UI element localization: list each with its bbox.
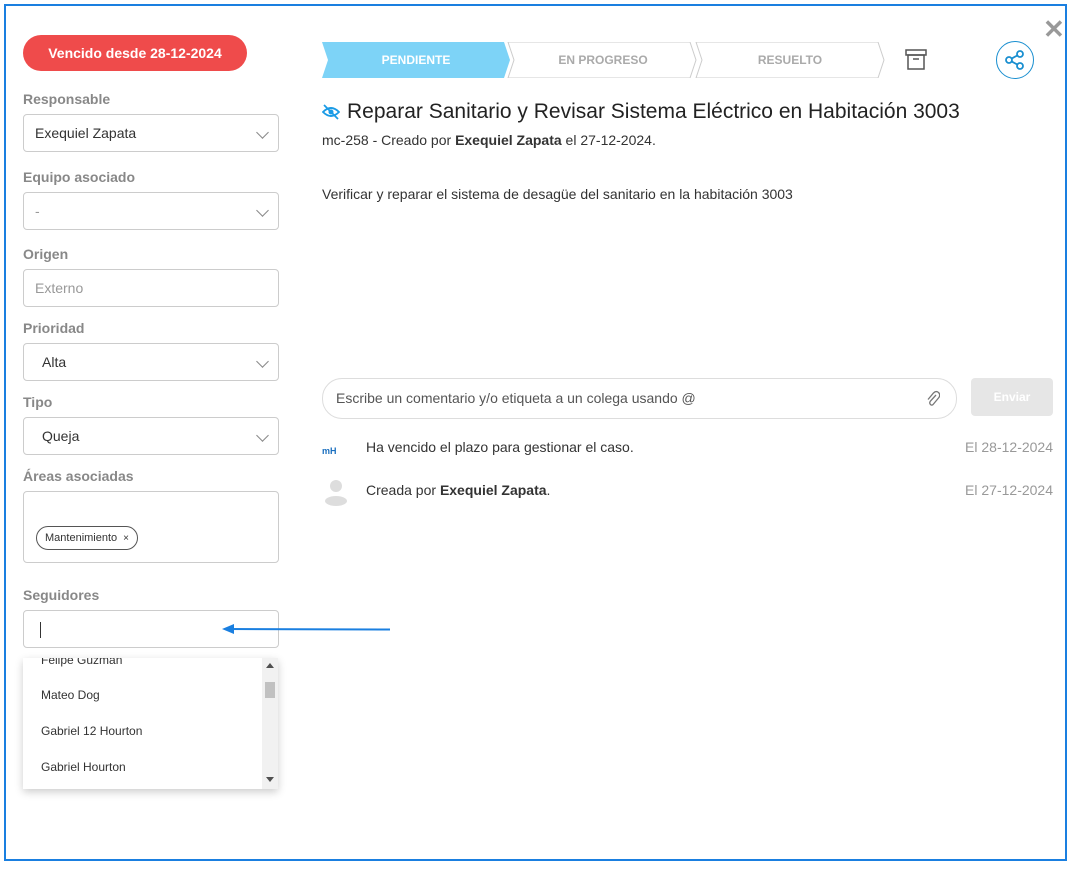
- chevron-down-icon: [256, 355, 269, 368]
- remove-chip-icon[interactable]: ×: [123, 533, 129, 544]
- equipo-select[interactable]: -: [23, 192, 279, 230]
- ticket-created-date: el 27-12-2024.: [565, 132, 656, 148]
- ticket-code: mc-258 - Creado por: [322, 132, 452, 148]
- status-stepper: PENDIENTE EN PROGRESO RESUELTO: [322, 42, 887, 78]
- responsable-select[interactable]: Exequiel Zapata: [23, 114, 279, 152]
- chevron-down-icon: [256, 126, 269, 139]
- activity-text: Ha vencido el plazo para gestionar el ca…: [366, 439, 634, 455]
- ticket-creator: Exequiel Zapata: [455, 132, 562, 148]
- area-chip-label: Mantenimiento: [45, 532, 118, 544]
- origen-field[interactable]: Externo: [23, 269, 279, 307]
- scrollbar-thumb[interactable]: [265, 682, 275, 698]
- share-icon: [1005, 50, 1024, 70]
- dropdown-option[interactable]: Mateo Dog: [41, 688, 100, 702]
- share-button[interactable]: [996, 41, 1034, 79]
- ticket-title: Reparar Sanitario y Revisar Sistema Eléc…: [347, 100, 960, 123]
- responsable-value: Exequiel Zapata: [35, 125, 137, 141]
- mh-logo-icon: mH: [322, 441, 337, 459]
- origen-value: Externo: [35, 280, 84, 296]
- seguidores-label: Seguidores: [23, 587, 100, 603]
- scroll-up-icon[interactable]: [266, 663, 274, 668]
- ticket-meta: mc-258 - Creado por Exequiel Zapata el 2…: [322, 132, 656, 148]
- annotation-arrow-icon: [222, 624, 391, 634]
- tipo-label: Tipo: [23, 394, 53, 410]
- dropdown-option[interactable]: Gabriel 12 Hourton: [41, 724, 142, 738]
- scroll-down-icon[interactable]: [266, 777, 274, 782]
- close-icon[interactable]: ✕: [1043, 16, 1065, 42]
- prioridad-select[interactable]: Alta: [23, 343, 279, 381]
- activity-text: Creada por Exequiel Zapata.: [366, 482, 550, 498]
- activity-suffix: .: [546, 482, 551, 498]
- step-pendiente[interactable]: PENDIENTE: [322, 42, 510, 78]
- responsable-label: Responsable: [23, 91, 111, 107]
- send-button[interactable]: Enviar: [971, 378, 1053, 416]
- step-en-progreso[interactable]: EN PROGRESO: [510, 42, 696, 78]
- user-icon: [325, 480, 347, 506]
- tipo-value: Queja: [42, 428, 80, 444]
- seguidores-dropdown: Felipe Guzmán Mateo Dog Gabriel 12 Hourt…: [23, 658, 278, 789]
- archive-icon[interactable]: [905, 49, 927, 71]
- area-chip[interactable]: Mantenimiento ×: [36, 526, 138, 550]
- overdue-badge: Vencido desde 28-12-2024: [23, 35, 247, 71]
- equipo-value: -: [35, 203, 40, 219]
- areas-label: Áreas asociadas: [23, 468, 134, 484]
- step-resuelto[interactable]: RESUELTO: [696, 42, 884, 78]
- paperclip-icon[interactable]: [926, 390, 940, 407]
- dropdown-option[interactable]: Felipe Guzmán: [41, 658, 122, 667]
- activity-prefix: Creada por: [366, 482, 437, 498]
- chevron-down-icon: [256, 429, 269, 442]
- comment-input[interactable]: Escribe un comentario y/o etiqueta a un …: [322, 378, 957, 419]
- eye-off-icon[interactable]: [322, 104, 340, 120]
- chevron-down-icon: [256, 204, 269, 217]
- dropdown-option[interactable]: Gabriel Hourton: [41, 760, 126, 774]
- activity-user: Exequiel Zapata: [439, 482, 547, 498]
- areas-multiselect[interactable]: Mantenimiento ×: [23, 491, 279, 563]
- origen-label: Origen: [23, 246, 69, 262]
- ticket-description: Verificar y reparar el sistema de desagü…: [322, 186, 793, 202]
- text-caret: [40, 622, 41, 638]
- equipo-label: Equipo asociado: [23, 169, 136, 185]
- activity-date: El 28-12-2024: [965, 439, 1053, 455]
- mh-logo-text: mH: [322, 446, 337, 456]
- prioridad-value: Alta: [42, 354, 67, 370]
- tipo-select[interactable]: Queja: [23, 417, 279, 455]
- dropdown-scrollbar[interactable]: [262, 658, 278, 789]
- activity-date: El 27-12-2024: [965, 482, 1053, 498]
- comment-placeholder: Escribe un comentario y/o etiqueta a un …: [336, 390, 696, 406]
- prioridad-label: Prioridad: [23, 320, 85, 336]
